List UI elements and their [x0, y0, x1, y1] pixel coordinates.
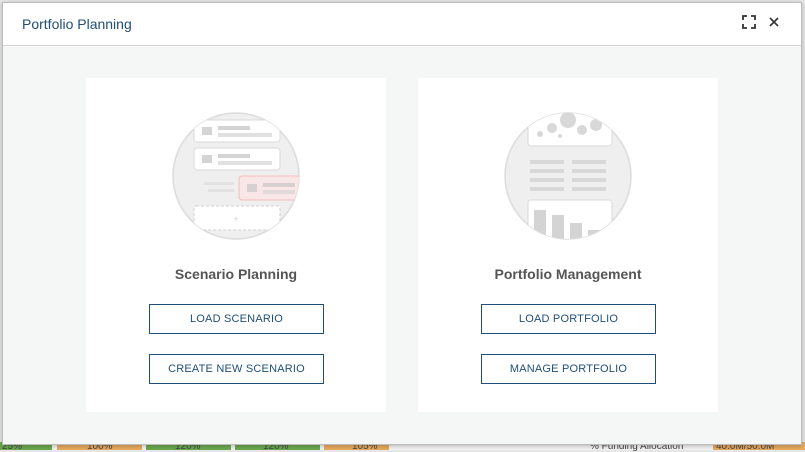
maximize-icon[interactable] [741, 14, 759, 32]
dialog-title: Portfolio Planning [22, 16, 132, 32]
scenario-planning-card: + Scenario Planning LOAD SCENARIO CREATE… [86, 78, 386, 412]
portfolio-management-card: Portfolio Management LOAD PORTFOLIO MANA… [418, 78, 718, 412]
close-icon[interactable] [766, 14, 784, 32]
manage-portfolio-button[interactable]: MANAGE PORTFOLIO [481, 354, 656, 384]
scenario-planning-heading: Scenario Planning [174, 266, 298, 282]
load-portfolio-button[interactable]: LOAD PORTFOLIO [481, 304, 656, 334]
portfolio-illustration [504, 106, 632, 242]
portfolio-planning-dialog: Portfolio Planning + Scenario Planning L… [2, 2, 802, 445]
scenario-illustration: + [172, 106, 300, 242]
create-new-scenario-button[interactable]: CREATE NEW SCENARIO [149, 354, 324, 384]
load-scenario-button[interactable]: LOAD SCENARIO [149, 304, 324, 334]
svg-text:+: + [233, 214, 238, 224]
dialog-header: Portfolio Planning [3, 3, 801, 46]
portfolio-management-heading: Portfolio Management [494, 266, 642, 282]
